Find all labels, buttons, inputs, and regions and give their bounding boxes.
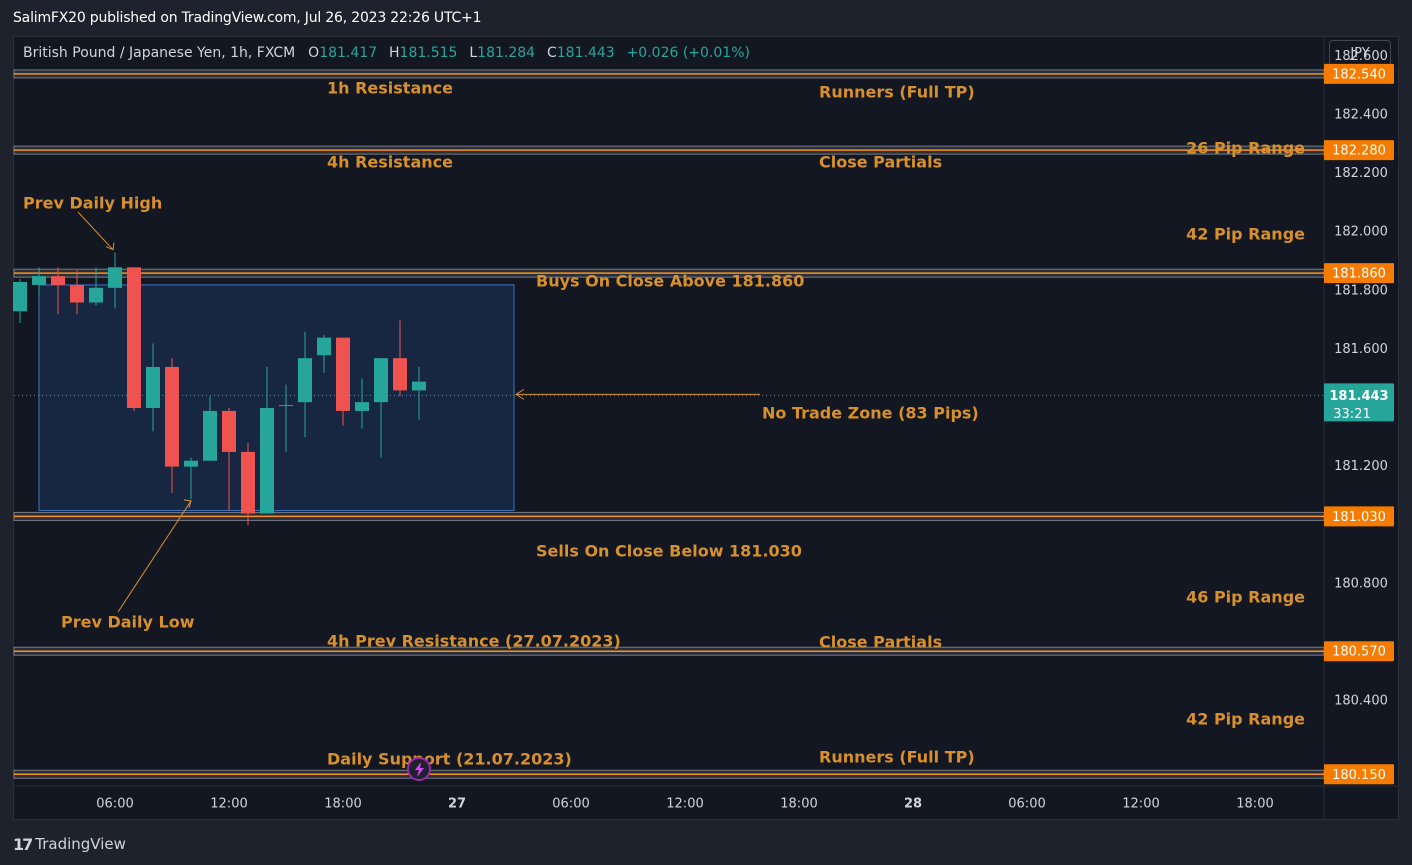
countdown-label: 33:21	[1333, 407, 1370, 422]
x-tick-label: 28	[904, 797, 922, 812]
candle-body	[89, 287, 103, 303]
no-trade-zone-box	[38, 284, 515, 512]
candle-body	[393, 358, 407, 391]
x-tick-label: 06:00	[552, 797, 589, 812]
y-tick-label: 182.000	[1334, 225, 1388, 240]
candle-body	[374, 358, 388, 403]
brand-name: TradingView	[35, 835, 126, 853]
tradingview-logo-icon: 17	[13, 834, 33, 854]
x-tick-label: 18:00	[780, 797, 817, 812]
candle-body	[108, 267, 122, 288]
annotation-no-trade-zone: No Trade Zone (83 Pips)	[762, 404, 979, 423]
y-tick-label: 182.400	[1334, 107, 1388, 122]
candle-body	[317, 337, 331, 356]
annotation-46-pip-range: 46 Pip Range	[1186, 588, 1305, 607]
annotation-close-partials-bottom: Close Partials	[819, 633, 942, 652]
x-tick-label: 27	[448, 797, 466, 812]
y-tick-label: 181.200	[1334, 459, 1388, 474]
level-price-label: 181.030	[1332, 510, 1386, 525]
candle-body	[146, 366, 160, 408]
candle-body	[279, 405, 293, 407]
annotation-daily-support: Daily Support (21.07.2023)	[327, 750, 572, 769]
candle-body	[70, 284, 84, 303]
annotation-42-pip-range-top: 42 Pip Range	[1186, 225, 1305, 244]
annotation-runners-top: Runners (Full TP)	[819, 83, 975, 102]
annotation-sells-below: Sells On Close Below 181.030	[536, 542, 802, 561]
lightning-marker-icon	[407, 757, 431, 781]
y-tick-label: 180.400	[1334, 694, 1388, 709]
level-price-label: 181.860	[1332, 267, 1386, 282]
x-tick-label: 18:00	[1236, 797, 1273, 812]
prev-high-arrow-line	[77, 211, 114, 251]
candle-body	[241, 451, 255, 514]
candle-body	[222, 410, 236, 452]
candle-body	[355, 402, 369, 411]
annotation-close-partials-top: Close Partials	[819, 153, 942, 172]
x-tick-label: 06:00	[96, 797, 133, 812]
annotation-runners-bottom: Runners (Full TP)	[819, 748, 975, 767]
candle-body	[51, 276, 65, 285]
x-tick-label: 06:00	[1008, 797, 1045, 812]
current-price-label: 181.443	[1329, 389, 1388, 404]
y-tick-label: 182.600	[1334, 49, 1388, 64]
price-chart: 182.600 182.400 182.200 182.000 181.800 181.6…	[13, 37, 1398, 820]
x-tick-label: 12:00	[1122, 797, 1159, 812]
x-tick-label: 18:00	[324, 797, 361, 812]
level-price-label: 180.150	[1332, 768, 1386, 783]
annotation-4h-resistance: 4h Resistance	[327, 153, 453, 172]
candle-body	[13, 281, 27, 312]
candle-body	[298, 358, 312, 403]
level-price-label: 182.540	[1332, 67, 1386, 82]
candle-body	[32, 276, 46, 285]
candle-body	[203, 410, 217, 461]
level-price-label: 180.570	[1332, 645, 1386, 660]
y-tick-label: 180.800	[1334, 576, 1388, 591]
candle-body	[336, 337, 350, 411]
annotation-prev-daily-low: Prev Daily Low	[61, 613, 195, 632]
candle-body	[127, 267, 141, 408]
annotation-buys-above: Buys On Close Above 181.860	[536, 272, 804, 291]
candle-body	[260, 407, 274, 514]
footer-brand[interactable]: 17 TradingView	[13, 834, 126, 854]
annotation-26-pip-range: 26 Pip Range	[1186, 139, 1305, 158]
y-tick-label: 182.200	[1334, 166, 1388, 181]
annotation-42-pip-range-bottom: 42 Pip Range	[1186, 710, 1305, 729]
annotation-1h-resistance: 1h Resistance	[327, 79, 453, 98]
y-tick-label: 181.600	[1334, 342, 1388, 357]
annotation-prev-daily-high: Prev Daily High	[23, 194, 162, 213]
candle-body	[165, 366, 179, 467]
candle-body	[184, 460, 198, 467]
x-tick-label: 12:00	[666, 797, 703, 812]
y-tick-label: 181.800	[1334, 283, 1388, 298]
x-tick-label: 12:00	[210, 797, 247, 812]
candle-body	[412, 381, 426, 391]
annotation-4h-prev-resistance: 4h Prev Resistance (27.07.2023)	[327, 632, 621, 651]
level-price-label: 182.280	[1332, 144, 1386, 159]
